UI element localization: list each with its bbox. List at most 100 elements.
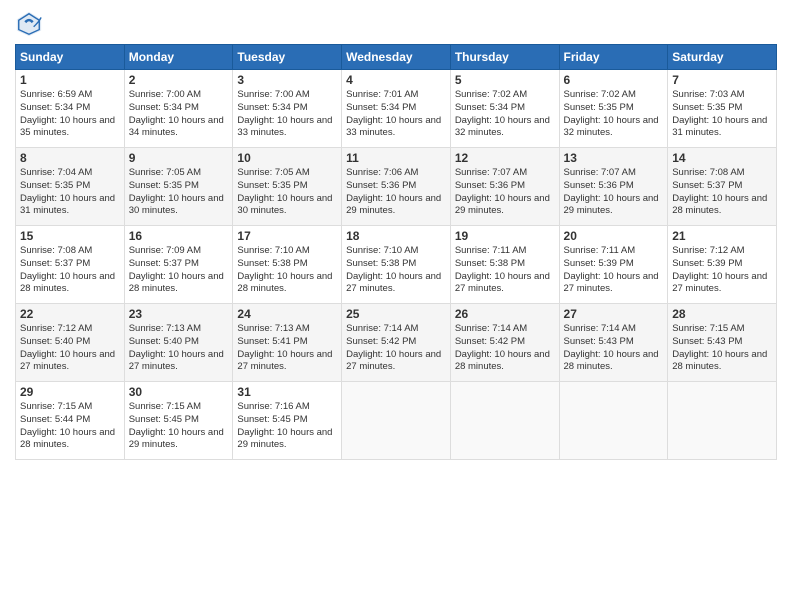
calendar-week-row: 8Sunrise: 7:04 AMSunset: 5:35 PMDaylight… <box>16 148 777 226</box>
calendar-cell: 20Sunrise: 7:11 AMSunset: 5:39 PMDayligh… <box>559 226 668 304</box>
sunrise-text: Sunrise: 7:15 AM <box>20 401 92 412</box>
cell-content: Sunrise: 7:05 AMSunset: 5:35 PMDaylight:… <box>237 167 337 218</box>
sunrise-text: Sunrise: 7:14 AM <box>455 323 527 334</box>
calendar-week-row: 1Sunrise: 6:59 AMSunset: 5:34 PMDaylight… <box>16 70 777 148</box>
sunset-text: Sunset: 5:35 PM <box>672 102 742 113</box>
daylight-text: Daylight: 10 hours and 28 minutes. <box>20 427 115 451</box>
calendar-cell: 2Sunrise: 7:00 AMSunset: 5:34 PMDaylight… <box>124 70 233 148</box>
day-number: 25 <box>346 307 446 321</box>
day-of-week-header: Sunday <box>16 45 125 70</box>
sunrise-text: Sunrise: 7:16 AM <box>237 401 309 412</box>
sunrise-text: Sunrise: 7:06 AM <box>346 167 418 178</box>
sunrise-text: Sunrise: 7:12 AM <box>20 323 92 334</box>
sunset-text: Sunset: 5:34 PM <box>237 102 307 113</box>
header <box>15 10 777 38</box>
calendar-cell: 3Sunrise: 7:00 AMSunset: 5:34 PMDaylight… <box>233 70 342 148</box>
sunset-text: Sunset: 5:36 PM <box>346 180 416 191</box>
sunrise-text: Sunrise: 7:07 AM <box>564 167 636 178</box>
daylight-text: Daylight: 10 hours and 29 minutes. <box>129 427 224 451</box>
daylight-text: Daylight: 10 hours and 30 minutes. <box>237 193 332 217</box>
calendar-cell: 30Sunrise: 7:15 AMSunset: 5:45 PMDayligh… <box>124 382 233 460</box>
calendar-cell: 15Sunrise: 7:08 AMSunset: 5:37 PMDayligh… <box>16 226 125 304</box>
cell-content: Sunrise: 7:02 AMSunset: 5:35 PMDaylight:… <box>564 89 664 140</box>
day-number: 5 <box>455 73 555 87</box>
day-number: 29 <box>20 385 120 399</box>
sunset-text: Sunset: 5:45 PM <box>237 414 307 425</box>
cell-content: Sunrise: 7:05 AMSunset: 5:35 PMDaylight:… <box>129 167 229 218</box>
cell-content: Sunrise: 7:07 AMSunset: 5:36 PMDaylight:… <box>564 167 664 218</box>
day-number: 23 <box>129 307 229 321</box>
sunset-text: Sunset: 5:35 PM <box>20 180 90 191</box>
day-of-week-header: Wednesday <box>342 45 451 70</box>
day-number: 9 <box>129 151 229 165</box>
daylight-text: Daylight: 10 hours and 32 minutes. <box>564 115 659 139</box>
sunset-text: Sunset: 5:37 PM <box>20 258 90 269</box>
daylight-text: Daylight: 10 hours and 27 minutes. <box>237 349 332 373</box>
daylight-text: Daylight: 10 hours and 35 minutes. <box>20 115 115 139</box>
calendar-cell: 5Sunrise: 7:02 AMSunset: 5:34 PMDaylight… <box>450 70 559 148</box>
calendar-cell: 17Sunrise: 7:10 AMSunset: 5:38 PMDayligh… <box>233 226 342 304</box>
sunset-text: Sunset: 5:40 PM <box>20 336 90 347</box>
calendar-week-row: 22Sunrise: 7:12 AMSunset: 5:40 PMDayligh… <box>16 304 777 382</box>
calendar-cell: 24Sunrise: 7:13 AMSunset: 5:41 PMDayligh… <box>233 304 342 382</box>
daylight-text: Daylight: 10 hours and 27 minutes. <box>346 349 441 373</box>
logo <box>15 10 47 38</box>
sunset-text: Sunset: 5:39 PM <box>672 258 742 269</box>
sunset-text: Sunset: 5:42 PM <box>455 336 525 347</box>
sunset-text: Sunset: 5:36 PM <box>564 180 634 191</box>
calendar-cell: 31Sunrise: 7:16 AMSunset: 5:45 PMDayligh… <box>233 382 342 460</box>
cell-content: Sunrise: 7:12 AMSunset: 5:39 PMDaylight:… <box>672 245 772 296</box>
sunrise-text: Sunrise: 7:05 AM <box>237 167 309 178</box>
sunset-text: Sunset: 5:38 PM <box>455 258 525 269</box>
sunset-text: Sunset: 5:43 PM <box>564 336 634 347</box>
sunrise-text: Sunrise: 7:13 AM <box>129 323 201 334</box>
daylight-text: Daylight: 10 hours and 28 minutes. <box>455 349 550 373</box>
sunset-text: Sunset: 5:34 PM <box>455 102 525 113</box>
day-of-week-header: Tuesday <box>233 45 342 70</box>
sunrise-text: Sunrise: 7:15 AM <box>672 323 744 334</box>
sunrise-text: Sunrise: 7:07 AM <box>455 167 527 178</box>
calendar-week-row: 29 Sunrise: 7:15 AMSunset: 5:44 PMDayligh… <box>16 382 777 460</box>
cell-content: Sunrise: 7:09 AMSunset: 5:37 PMDaylight:… <box>129 245 229 296</box>
calendar-cell <box>668 382 777 460</box>
sunrise-text: Sunrise: 7:00 AM <box>237 89 309 100</box>
calendar-cell: 8Sunrise: 7:04 AMSunset: 5:35 PMDaylight… <box>16 148 125 226</box>
day-of-week-header: Saturday <box>668 45 777 70</box>
calendar-cell: 27Sunrise: 7:14 AMSunset: 5:43 PMDayligh… <box>559 304 668 382</box>
cell-content: Sunrise: 7:11 AMSunset: 5:38 PMDaylight:… <box>455 245 555 296</box>
cell-content: Sunrise: 7:13 AMSunset: 5:40 PMDaylight:… <box>129 323 229 374</box>
daylight-text: Daylight: 10 hours and 28 minutes. <box>237 271 332 295</box>
sunset-text: Sunset: 5:38 PM <box>346 258 416 269</box>
calendar-cell <box>450 382 559 460</box>
sunrise-text: Sunrise: 7:02 AM <box>455 89 527 100</box>
sunrise-text: Sunrise: 7:02 AM <box>564 89 636 100</box>
sunrise-text: Sunrise: 7:15 AM <box>129 401 201 412</box>
calendar-cell <box>559 382 668 460</box>
calendar-cell: 28Sunrise: 7:15 AMSunset: 5:43 PMDayligh… <box>668 304 777 382</box>
calendar-cell: 4Sunrise: 7:01 AMSunset: 5:34 PMDaylight… <box>342 70 451 148</box>
sunset-text: Sunset: 5:39 PM <box>564 258 634 269</box>
calendar-container: SundayMondayTuesdayWednesdayThursdayFrid… <box>0 0 792 470</box>
daylight-text: Daylight: 10 hours and 31 minutes. <box>20 193 115 217</box>
daylight-text: Daylight: 10 hours and 27 minutes. <box>346 271 441 295</box>
sunrise-text: Sunrise: 7:13 AM <box>237 323 309 334</box>
sunrise-text: Sunrise: 6:59 AM <box>20 89 92 100</box>
day-number: 3 <box>237 73 337 87</box>
sunrise-text: Sunrise: 7:11 AM <box>455 245 527 256</box>
day-number: 15 <box>20 229 120 243</box>
day-number: 30 <box>129 385 229 399</box>
daylight-text: Daylight: 10 hours and 29 minutes. <box>346 193 441 217</box>
cell-content: Sunrise: 7:15 AMSunset: 5:44 PMDaylight:… <box>20 401 120 452</box>
calendar-cell: 11Sunrise: 7:06 AMSunset: 5:36 PMDayligh… <box>342 148 451 226</box>
sunset-text: Sunset: 5:34 PM <box>20 102 90 113</box>
daylight-text: Daylight: 10 hours and 27 minutes. <box>564 271 659 295</box>
cell-content: Sunrise: 7:00 AMSunset: 5:34 PMDaylight:… <box>129 89 229 140</box>
day-number: 17 <box>237 229 337 243</box>
sunrise-text: Sunrise: 7:10 AM <box>237 245 309 256</box>
sunrise-text: Sunrise: 7:05 AM <box>129 167 201 178</box>
day-number: 19 <box>455 229 555 243</box>
sunrise-text: Sunrise: 7:11 AM <box>564 245 636 256</box>
day-number: 14 <box>672 151 772 165</box>
daylight-text: Daylight: 10 hours and 31 minutes. <box>672 115 767 139</box>
cell-content: Sunrise: 7:03 AMSunset: 5:35 PMDaylight:… <box>672 89 772 140</box>
